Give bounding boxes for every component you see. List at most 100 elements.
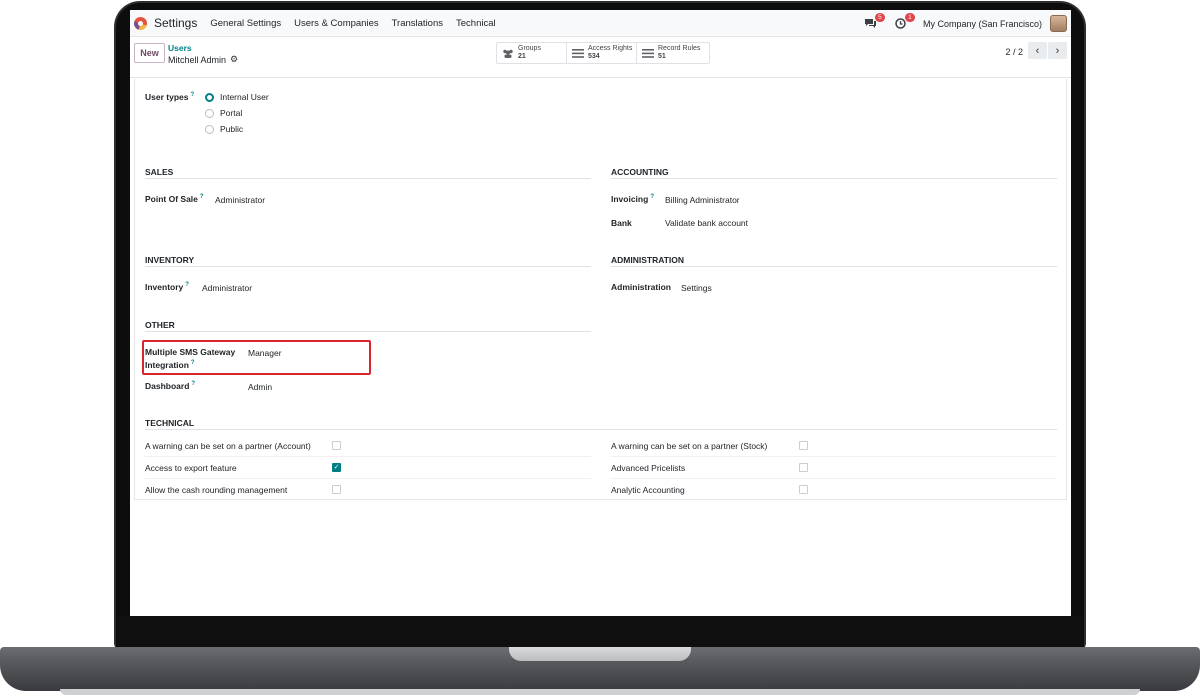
tech-left-checkbox-0[interactable] xyxy=(332,441,341,450)
groups-label: Groups xyxy=(518,45,541,52)
bank-select[interactable]: Validate bank account xyxy=(665,218,748,228)
section-sales-title: SALES xyxy=(145,167,174,177)
record-name: Mitchell Admin xyxy=(168,54,227,65)
row-divider xyxy=(611,478,1057,479)
breadcrumb-users[interactable]: Users xyxy=(168,43,192,53)
activities-badge: 1 xyxy=(904,12,915,22)
groups-count: 21 xyxy=(518,53,526,60)
invoicing-label: Invoicing? xyxy=(611,194,654,204)
activities-button[interactable]: 1 xyxy=(893,12,915,32)
row-divider xyxy=(611,456,1057,457)
groups-button[interactable]: Groups 21 xyxy=(497,43,567,63)
record-rules-label: Record Rules xyxy=(658,45,701,52)
messages-button[interactable]: 5 xyxy=(863,12,885,32)
top-navbar: Settings General Settings Users & Compan… xyxy=(130,10,1071,37)
section-other-title: OTHER xyxy=(145,320,175,330)
control-panel: New Users Mitchell Admin ⚙ Groups 21 Acce… xyxy=(130,38,1071,78)
bank-label: Bank xyxy=(611,218,632,228)
users-icon xyxy=(503,49,513,58)
help-icon[interactable]: ? xyxy=(650,194,654,200)
dashboard-select[interactable]: Admin xyxy=(248,382,272,392)
section-divider xyxy=(611,178,1057,179)
menu-technical[interactable]: Technical xyxy=(456,18,496,29)
section-divider xyxy=(611,266,1057,267)
section-inventory-title: INVENTORY xyxy=(145,255,195,265)
pager-next-button[interactable]: › xyxy=(1048,42,1067,59)
messages-badge: 5 xyxy=(874,12,885,22)
access-rights-button[interactable]: Access Rights 534 xyxy=(567,43,637,63)
inventory-label: Inventory? xyxy=(145,282,189,292)
dashboard-label: Dashboard? xyxy=(145,381,196,391)
sms-gateway-label-line1: Multiple SMS Gateway xyxy=(145,347,236,357)
breadcrumb-current: Mitchell Admin ⚙ xyxy=(168,54,238,65)
tech-left-label-0: A warning can be set on a partner (Accou… xyxy=(145,441,311,451)
company-switcher[interactable]: My Company (San Francisco) xyxy=(923,19,1042,29)
tech-right-label-0: A warning can be set on a partner (Stock… xyxy=(611,441,768,451)
section-divider xyxy=(145,331,591,332)
section-technical-title: TECHNICAL xyxy=(145,418,195,428)
section-divider xyxy=(145,266,591,267)
help-icon[interactable]: ? xyxy=(190,92,194,98)
screen-bezel xyxy=(118,616,1082,648)
tech-left-checkbox-2[interactable] xyxy=(332,485,341,494)
administration-label: Administration xyxy=(611,282,671,292)
sms-gateway-label-line2: Integration? xyxy=(145,360,195,370)
tech-left-label-2: Allow the cash rounding management xyxy=(145,485,288,495)
inventory-select[interactable]: Administrator xyxy=(202,283,252,293)
tech-right-checkbox-1[interactable] xyxy=(799,463,808,472)
help-icon[interactable]: ? xyxy=(200,194,204,200)
radio-checked-icon xyxy=(205,92,214,102)
menu-general-settings[interactable]: General Settings xyxy=(210,18,281,29)
laptop-shadow xyxy=(60,689,1140,695)
form-sheet: User types? Internal User Portal Public … xyxy=(134,79,1067,500)
user-avatar[interactable] xyxy=(1050,15,1067,32)
radio-unchecked-icon xyxy=(205,124,214,134)
laptop-notch xyxy=(509,647,691,661)
chevron-right-icon: › xyxy=(1055,44,1060,57)
radio-portal[interactable]: Portal xyxy=(205,108,242,118)
point-of-sale-select[interactable]: Administrator xyxy=(215,195,265,205)
section-accounting-title: ACCOUNTING xyxy=(611,167,669,177)
screen: Settings General Settings Users & Compan… xyxy=(130,10,1071,616)
help-icon[interactable]: ? xyxy=(191,381,195,387)
list-icon xyxy=(642,48,654,58)
section-divider xyxy=(145,178,591,179)
smart-buttons: Groups 21 Access Rights 534 Record Rules 51 xyxy=(496,42,710,64)
tech-right-checkbox-0[interactable] xyxy=(799,441,808,450)
gear-icon[interactable]: ⚙ xyxy=(230,54,238,65)
record-rules-button[interactable]: Record Rules 51 xyxy=(637,43,709,63)
access-rights-label: Access Rights xyxy=(588,45,633,52)
invoicing-select[interactable]: Billing Administrator xyxy=(665,195,740,205)
point-of-sale-label: Point Of Sale? xyxy=(145,194,204,204)
radio-unchecked-icon xyxy=(205,108,214,118)
pager-previous-button[interactable]: ‹ xyxy=(1028,42,1047,59)
section-divider xyxy=(145,429,1057,430)
tech-left-checkbox-1[interactable]: ✓ xyxy=(332,463,341,472)
laptop-mockup: Settings General Settings Users & Compan… xyxy=(0,0,1200,697)
new-button[interactable]: New xyxy=(134,43,165,63)
pager-value[interactable]: 2 / 2 xyxy=(1005,47,1023,57)
menu-translations[interactable]: Translations xyxy=(392,18,443,29)
section-administration-title: ADMINISTRATION xyxy=(611,255,685,265)
row-divider xyxy=(145,478,591,479)
record-rules-count: 51 xyxy=(658,53,666,60)
app-logo-icon[interactable] xyxy=(134,16,147,30)
app-name[interactable]: Settings xyxy=(154,16,197,30)
list-icon xyxy=(572,48,584,58)
tech-right-label-1: Advanced Pricelists xyxy=(611,463,686,473)
tech-left-label-1: Access to export feature xyxy=(145,463,237,473)
tech-right-checkbox-2[interactable] xyxy=(799,485,808,494)
row-divider xyxy=(145,456,591,457)
radio-public[interactable]: Public xyxy=(205,124,243,134)
radio-internal-user[interactable]: Internal User xyxy=(205,92,269,102)
help-icon[interactable]: ? xyxy=(191,360,195,366)
tech-right-label-2: Analytic Accounting xyxy=(611,485,685,495)
help-icon[interactable]: ? xyxy=(185,282,189,288)
administration-select[interactable]: Settings xyxy=(681,283,712,293)
user-types-label: User types? xyxy=(145,92,195,102)
sms-gateway-select[interactable]: Manager xyxy=(248,348,282,358)
access-rights-count: 534 xyxy=(588,53,600,60)
menu-users-companies[interactable]: Users & Companies xyxy=(294,18,378,29)
chevron-left-icon: ‹ xyxy=(1035,44,1040,57)
check-icon: ✓ xyxy=(333,464,340,471)
